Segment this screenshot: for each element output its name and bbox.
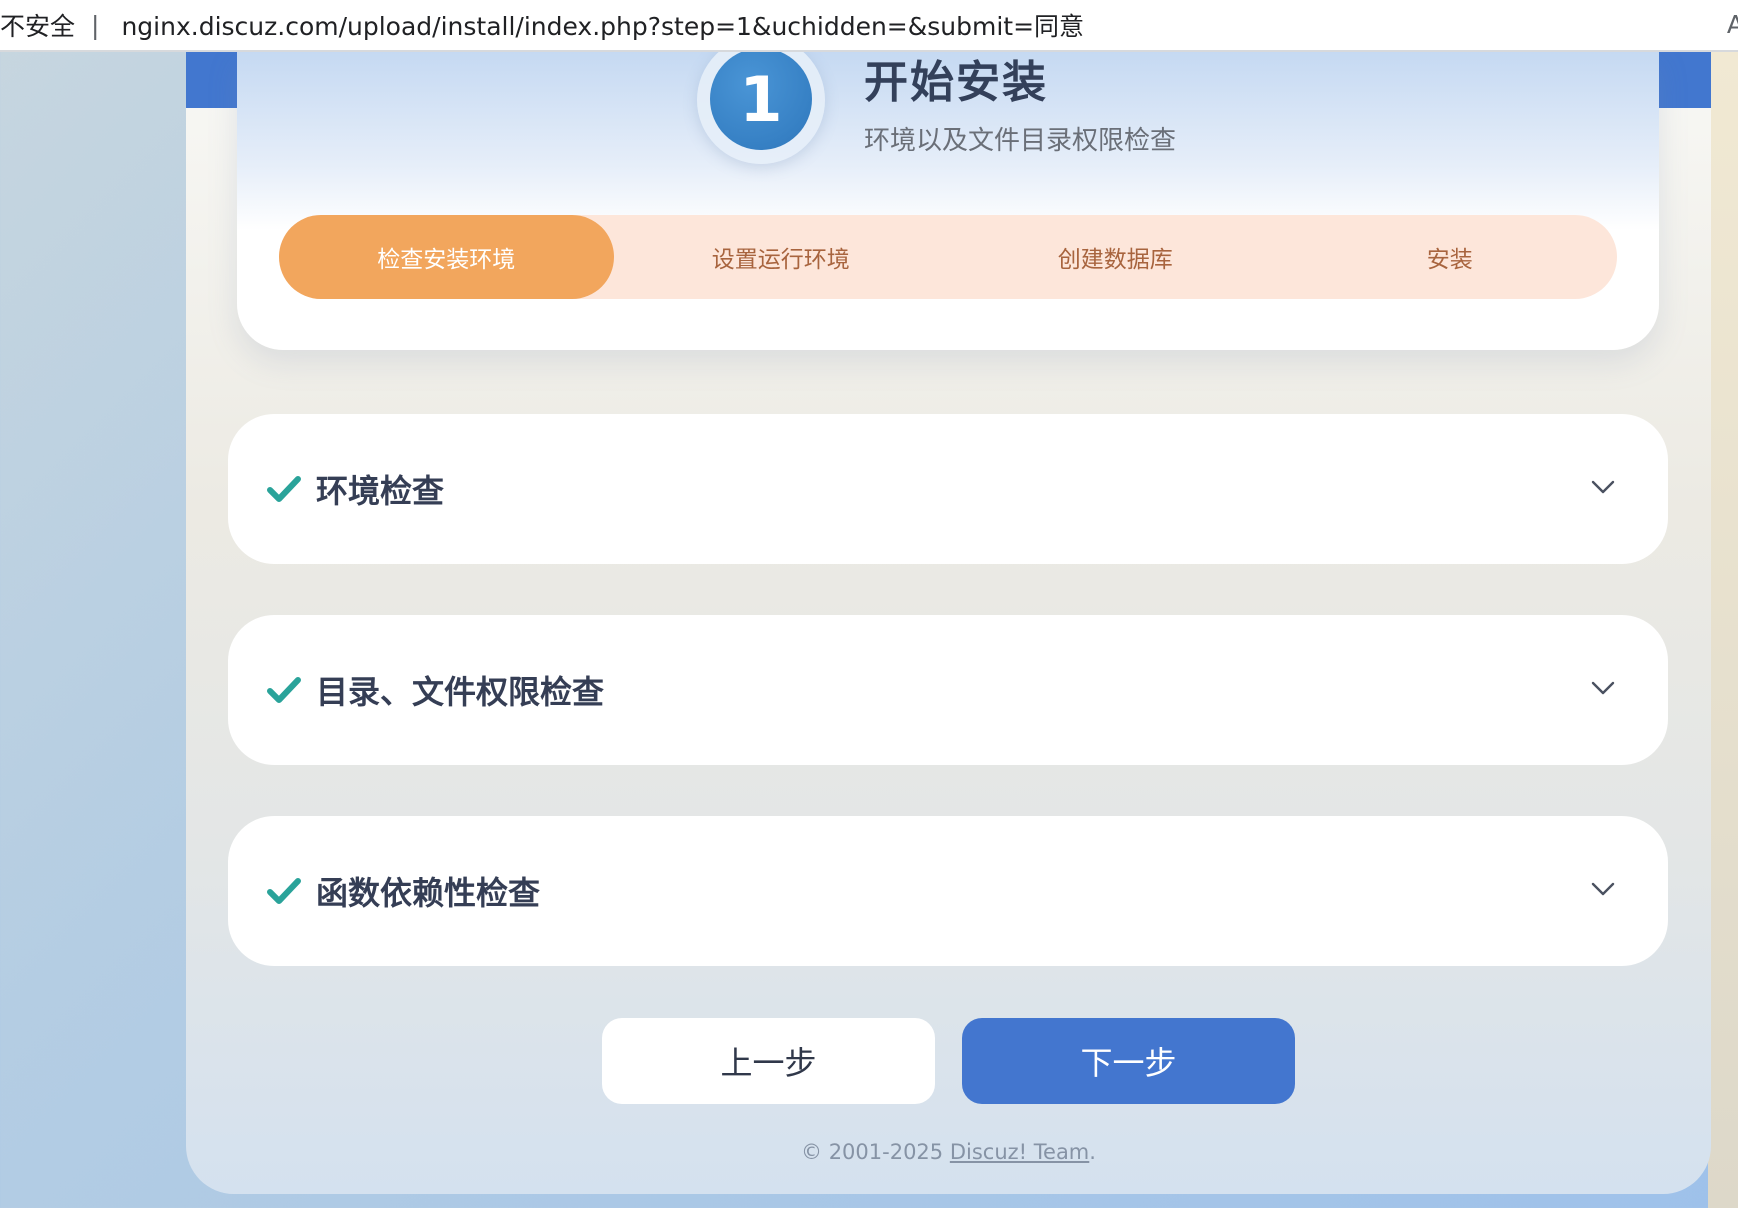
address-separator: | [91, 10, 100, 40]
chevron-down-icon[interactable] [1590, 675, 1616, 701]
card-accent-left [186, 52, 238, 108]
progress-tab-check-environment: 检查安装环境 [279, 215, 614, 299]
install-progress-tabs: 检查安装环境 设置运行环境 创建数据库 安装 [279, 215, 1617, 299]
copyright-text: © 2001-2025 [801, 1140, 950, 1164]
step-header: 1 开始安装 环境以及文件目录权限检查 检查安装环境 设置运行环境 创建数据库 … [237, 52, 1659, 350]
section-directory-permission-check[interactable]: 目录、文件权限检查 [228, 615, 1668, 765]
installer-card: 1 开始安装 环境以及文件目录权限检查 检查安装环境 设置运行环境 创建数据库 … [186, 52, 1711, 1194]
card-accent-right [1659, 52, 1711, 108]
check-icon [267, 476, 301, 502]
section-title: 函数依赖性检查 [316, 874, 541, 912]
progress-tab-install: 安装 [1426, 247, 1473, 273]
security-indicator[interactable]: 不安全 [0, 7, 75, 43]
browser-address-bar[interactable]: 不安全 | nginx.discuz.com/upload/install/in… [0, 0, 1738, 52]
url-text[interactable]: nginx.discuz.com/upload/install/index.ph… [121, 7, 1084, 43]
check-icon [267, 677, 301, 703]
page-subtitle: 环境以及文件目录权限检查 [864, 126, 1177, 156]
check-icon [267, 878, 301, 904]
chevron-down-icon[interactable] [1590, 876, 1616, 902]
previous-step-button[interactable]: 上一步 [602, 1018, 935, 1104]
footer-period: . [1089, 1140, 1096, 1164]
chevron-down-icon[interactable] [1590, 474, 1616, 500]
next-step-button[interactable]: 下一步 [962, 1018, 1295, 1104]
progress-tab-runtime-settings: 设置运行环境 [711, 247, 850, 273]
backdrop-strip [1708, 52, 1738, 1208]
discuz-team-link[interactable]: Discuz! Team [950, 1140, 1089, 1164]
section-title: 环境检查 [316, 472, 445, 510]
page-title: 开始安装 [864, 57, 1048, 108]
footer: © 2001-2025 Discuz! Team. [186, 1140, 1711, 1164]
progress-tab-create-database: 创建数据库 [1057, 247, 1173, 273]
section-environment-check[interactable]: 环境检查 [228, 414, 1668, 564]
reader-mode-icon[interactable]: A [1727, 10, 1738, 39]
step-number-badge: 1 [710, 52, 812, 150]
section-title: 目录、文件权限检查 [316, 673, 605, 711]
section-function-dependency-check[interactable]: 函数依赖性检查 [228, 816, 1668, 966]
